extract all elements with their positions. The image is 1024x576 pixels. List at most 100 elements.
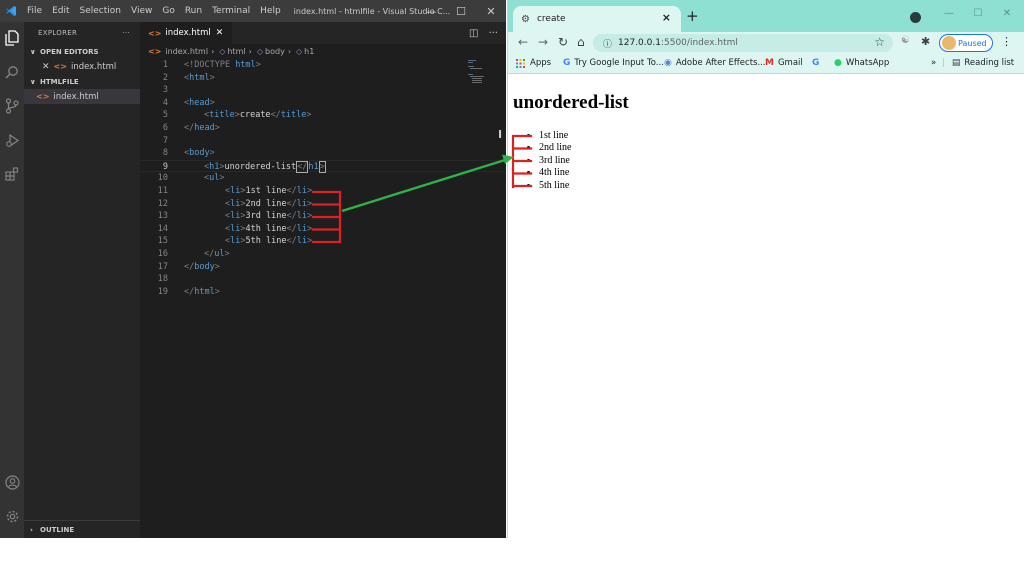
forward-icon[interactable]: → — [538, 35, 548, 49]
google-icon: G — [812, 58, 820, 68]
profile-paused-button[interactable]: Paused — [939, 34, 993, 52]
address-bar[interactable]: ⓘ 127.0.0.1 :5500/index.html ☆ — [593, 34, 893, 52]
bracket-match: > — [318, 160, 326, 173]
run-debug-icon[interactable] — [2, 130, 22, 150]
editor-tabbar: <> index.html ✕ ◫ ··· — [140, 22, 506, 44]
extensions-icon[interactable] — [2, 164, 22, 184]
minimize-icon[interactable]: — — [416, 0, 446, 22]
close-icon[interactable]: ✕ — [476, 0, 506, 22]
menu-terminal[interactable]: Terminal — [207, 6, 255, 16]
chrome-window: ⚙ create × + — ☐ ✕ ← → ↻ ⌂ ⓘ 127.0.0.1 :… — [507, 0, 1024, 538]
close-editor-icon[interactable]: ✕ — [42, 62, 50, 72]
element-icon: ◇ — [256, 46, 264, 56]
code-line: 18 — [157, 274, 168, 285]
outline-section[interactable]: › OUTLINE — [24, 520, 140, 538]
reload-icon[interactable]: ↻ — [558, 35, 568, 49]
menu-edit[interactable]: Edit — [47, 6, 74, 16]
menu-help[interactable]: Help — [255, 6, 286, 16]
bookmark-google[interactable]: G — [812, 58, 823, 68]
screenshot-root: File Edit Selection View Go Run Terminal… — [0, 0, 1024, 576]
bookmark-star-icon[interactable]: ☆ — [874, 35, 885, 49]
tab-index-html[interactable]: <> index.html ✕ — [140, 22, 232, 44]
code-line-current: 9 <h1>unordered-list</h1> — [140, 159, 506, 173]
text-cursor: </ — [296, 160, 309, 173]
back-icon[interactable]: ← — [518, 35, 528, 49]
minimap[interactable] — [468, 59, 486, 89]
tab-create[interactable]: ⚙ create × — [513, 6, 681, 32]
activity-bar — [0, 22, 24, 538]
breadcrumb: <> index.html › ◇ html › ◇ body › ◇ h1 — [148, 46, 315, 56]
code-line: 14 <li>4th line</li> — [157, 223, 313, 234]
tab-close-icon[interactable]: × — [662, 11, 671, 24]
bookmark-apps[interactable]: Apps — [516, 58, 551, 68]
bookmark-whatsapp[interactable]: ● WhatsApp — [834, 58, 889, 68]
open-editor-item[interactable]: ✕ <> index.html — [24, 59, 140, 74]
breadcrumb-file[interactable]: index.html — [165, 47, 208, 56]
vscode-logo-icon — [0, 0, 22, 22]
explorer-title: EXPLORER — [38, 29, 78, 37]
open-editors-section[interactable]: ∨ OPEN EDITORS — [24, 44, 140, 59]
code-line: 7 — [162, 135, 168, 146]
bookmark-google-input[interactable]: G Try Google Input To... — [563, 58, 664, 68]
whatsapp-icon: ● — [834, 58, 842, 68]
search-icon[interactable] — [2, 62, 22, 82]
folder-label: HTMLFILE — [40, 77, 79, 86]
gmail-icon: M — [765, 58, 774, 68]
breadcrumb-h1[interactable]: h1 — [304, 47, 314, 56]
explorer-more-icon[interactable]: ··· — [122, 29, 130, 37]
profile-status: Paused — [958, 38, 987, 48]
breadcrumb-html[interactable]: html — [227, 47, 245, 56]
explorer-icon[interactable] — [2, 28, 22, 48]
chrome-tabstrip: ⚙ create × + — ☐ ✕ — [508, 0, 1024, 32]
html-file-icon: <> — [53, 62, 67, 71]
menu-selection[interactable]: Selection — [75, 6, 126, 16]
breadcrumb-body[interactable]: body — [265, 47, 285, 56]
google-icon: G — [563, 58, 571, 68]
folder-file-item[interactable]: <> index.html — [24, 89, 140, 104]
folder-section[interactable]: ∨ HTMLFILE — [24, 74, 140, 89]
code-line: 17 </body> — [157, 261, 220, 272]
code-line: 2 <html> — [162, 72, 215, 83]
split-editor-icon[interactable]: ◫ — [469, 28, 478, 39]
home-icon[interactable]: ⌂ — [577, 35, 585, 49]
page-heading: unordered-list — [513, 92, 629, 113]
code-line: 8 <body> — [162, 148, 215, 159]
code-line: 5 <title>create</title> — [162, 110, 312, 121]
menu-file[interactable]: File — [22, 6, 47, 16]
source-control-icon[interactable] — [2, 96, 22, 116]
maximize-icon[interactable]: ☐ — [967, 6, 989, 20]
menu-run[interactable]: Run — [180, 6, 207, 16]
html-file-icon: <> — [36, 92, 50, 101]
code-line: 15 <li>5th line</li> — [157, 236, 313, 247]
settings-gear-icon[interactable] — [2, 506, 22, 526]
chevron-down-icon: ∨ — [30, 77, 36, 86]
code-line: 16 </ul> — [157, 249, 230, 259]
apps-grid-icon — [516, 58, 525, 68]
close-icon[interactable]: ✕ — [996, 6, 1018, 20]
vscode-window: File Edit Selection View Go Run Terminal… — [0, 0, 506, 538]
chrome-menu-icon[interactable]: ⋮ — [1001, 35, 1012, 48]
info-icon[interactable]: ⓘ — [603, 37, 612, 50]
tab-close-icon[interactable]: ✕ — [216, 28, 224, 38]
code-line: 12 <li>2nd line</li> — [157, 198, 313, 209]
tab-search-icon[interactable] — [910, 12, 921, 23]
maximize-icon[interactable]: ☐ — [446, 0, 476, 22]
list-item: 4th line — [539, 167, 572, 179]
open-editors-label: OPEN EDITORS — [40, 47, 99, 56]
list-item: 2nd line — [539, 142, 572, 154]
editor-more-icon[interactable]: ··· — [488, 28, 498, 39]
extensions-puzzle-icon[interactable]: ✱ — [921, 35, 930, 48]
code-line: 11 <li>1st line</li> — [157, 186, 313, 196]
new-tab-button[interactable]: + — [686, 7, 699, 25]
account-icon[interactable] — [2, 472, 22, 492]
html-file-icon: <> — [148, 28, 162, 38]
bookmark-adobe[interactable]: ◉ Adobe After Effects... — [664, 58, 766, 68]
bookmarks-overflow[interactable]: » — [931, 58, 936, 68]
menu-view[interactable]: View — [126, 6, 157, 16]
adobe-icon: ◉ — [664, 58, 672, 68]
reading-list-button[interactable]: | ▤ Reading list — [942, 58, 1014, 68]
menu-go[interactable]: Go — [157, 6, 179, 16]
minimize-icon[interactable]: — — [938, 6, 960, 20]
extension-icon[interactable]: ☯ — [901, 35, 910, 46]
bookmark-gmail[interactable]: M Gmail — [765, 58, 803, 68]
